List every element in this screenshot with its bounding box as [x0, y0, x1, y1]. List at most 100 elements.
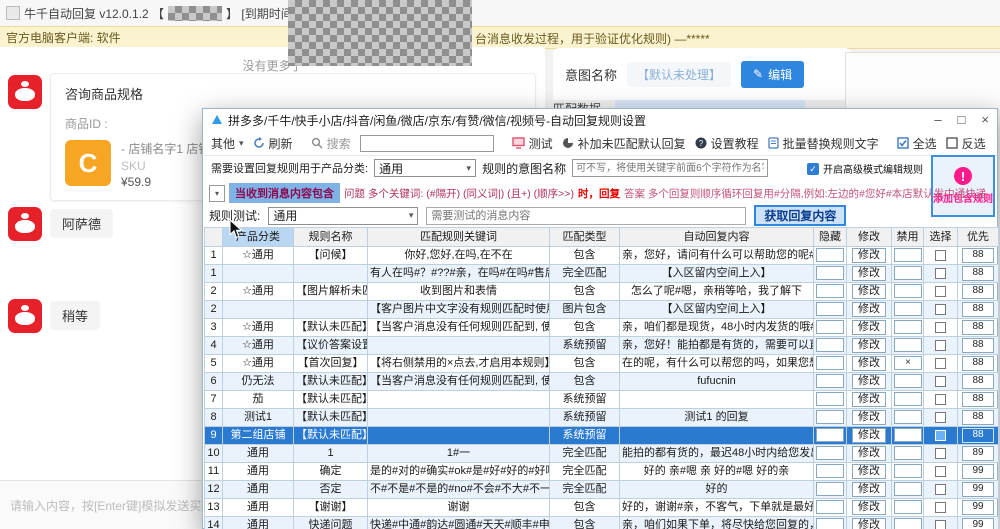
disabled-box[interactable]: [894, 266, 922, 280]
disabled-box[interactable]: [894, 392, 922, 406]
maximize-button[interactable]: □: [958, 109, 966, 131]
advanced-mode-toggle[interactable]: ✓ 开启高级模式编辑规则: [807, 161, 923, 176]
hidden-box[interactable]: [816, 320, 844, 334]
modify-button[interactable]: 修改: [852, 302, 886, 317]
header-modify[interactable]: 修改: [847, 228, 892, 247]
select-checkbox[interactable]: [935, 340, 946, 351]
rule-row[interactable]: 1有人在吗#？#??#亲，在吗#在吗#售后#亲在吗#完全匹配【入区留内空间上入】…: [205, 265, 999, 283]
select-checkbox[interactable]: [935, 250, 946, 261]
disabled-box[interactable]: [894, 500, 922, 514]
modify-button[interactable]: 修改: [852, 518, 886, 529]
hidden-box[interactable]: [816, 248, 844, 262]
disabled-box[interactable]: [894, 446, 922, 460]
invert-select-button[interactable]: 反选: [946, 135, 986, 152]
refresh-button[interactable]: 刷新: [253, 135, 293, 152]
select-checkbox[interactable]: [935, 358, 946, 369]
hidden-box[interactable]: [816, 464, 844, 478]
disabled-box[interactable]: [894, 248, 922, 262]
select-checkbox[interactable]: [935, 466, 946, 477]
select-checkbox[interactable]: [935, 268, 946, 279]
mini-dropdown[interactable]: ▾: [209, 185, 225, 202]
rule-row[interactable]: 7茄【默认未匹配】系统预留修改88: [205, 391, 999, 409]
priority-box[interactable]: 88: [962, 338, 994, 353]
select-checkbox[interactable]: [935, 286, 946, 297]
modify-button[interactable]: 修改: [852, 374, 886, 389]
rule-row[interactable]: 2【客户图片中文字没有规则匹配时使用】图片包含【入区留内空间上入】修改88: [205, 301, 999, 319]
modify-button[interactable]: 修改: [852, 338, 886, 353]
priority-box[interactable]: 99: [962, 518, 994, 529]
priority-box[interactable]: 88: [962, 248, 994, 263]
priority-box[interactable]: 88: [962, 266, 994, 281]
disabled-box[interactable]: [894, 428, 922, 442]
disabled-box[interactable]: [894, 320, 922, 334]
modify-button[interactable]: 修改: [852, 392, 886, 407]
priority-box[interactable]: 88: [962, 428, 994, 443]
priority-box[interactable]: 99: [962, 500, 994, 515]
hidden-box[interactable]: [816, 482, 844, 496]
rule-test-category-select[interactable]: 通用 ▾: [268, 207, 418, 225]
header-priority[interactable]: 优先: [958, 228, 999, 247]
select-checkbox[interactable]: [935, 520, 946, 529]
rule-row[interactable]: 13通用【谢谢】谢谢包含好的，谢谢#亲，不客气，下单就是最好的感谢和支修改99: [205, 499, 999, 517]
hidden-box[interactable]: [816, 266, 844, 280]
hidden-box[interactable]: [816, 446, 844, 460]
batch-replace-button[interactable]: 批量替换规则文字: [768, 135, 879, 152]
disabled-box[interactable]: [894, 410, 922, 424]
category-filter-select[interactable]: 通用 ▾: [374, 159, 476, 177]
priority-box[interactable]: 88: [962, 410, 994, 425]
other-dropdown[interactable]: 其他 ▾: [211, 135, 244, 152]
select-checkbox[interactable]: [935, 322, 946, 333]
get-reply-button[interactable]: 获取回复内容: [754, 205, 846, 226]
disabled-box[interactable]: [894, 284, 922, 298]
select-checkbox[interactable]: [935, 430, 946, 441]
hidden-box[interactable]: [816, 500, 844, 514]
header-match-type[interactable]: 匹配类型: [550, 228, 620, 247]
modify-button[interactable]: 修改: [852, 464, 886, 479]
hidden-box[interactable]: [816, 410, 844, 424]
rule-row[interactable]: 9第二组店铺【默认未匹配】系统预留修改88: [205, 427, 999, 445]
dialog-titlebar[interactable]: 拼多多/千牛/快手小店/抖音/闲鱼/微店/京东/有赞/微信/视频号-自动回复规则…: [203, 109, 997, 131]
select-checkbox[interactable]: [935, 394, 946, 405]
header-reply[interactable]: 自动回复内容: [620, 228, 814, 247]
rule-row[interactable]: 1☆通用【问候】你好,您好,在吗,在不在包含亲，您好，请问有什么可以帮助您的呢#…: [205, 247, 999, 265]
rule-name-input[interactable]: [572, 159, 768, 177]
minimize-button[interactable]: –: [934, 109, 941, 131]
modify-button[interactable]: 修改: [852, 482, 886, 497]
priority-box[interactable]: 99: [962, 464, 994, 479]
modify-button[interactable]: 修改: [852, 248, 886, 263]
select-checkbox[interactable]: [935, 502, 946, 513]
priority-box[interactable]: 89: [962, 446, 994, 461]
rule-row[interactable]: 3☆通用【默认未匹配】【当客户消息没有任何规则匹配到, 使用这里的包含亲，咱们都…: [205, 319, 999, 337]
hidden-box[interactable]: [816, 392, 844, 406]
select-checkbox[interactable]: [935, 448, 946, 459]
header-keywords[interactable]: 匹配规则关键词: [368, 228, 550, 247]
fill-default-button[interactable]: 补加未匹配默认回复: [562, 135, 686, 152]
select-all-button[interactable]: 全选: [897, 135, 937, 152]
hidden-box[interactable]: [816, 356, 844, 370]
disabled-box[interactable]: [894, 464, 922, 478]
modify-button[interactable]: 修改: [852, 410, 886, 425]
test-message-input[interactable]: [426, 207, 746, 225]
edit-button[interactable]: ✎ 编辑: [741, 61, 804, 88]
rule-row[interactable]: 5☆通用【首次回复】【将右侧禁用的×点去,才启用本规则】包含在的呢，有什么可以帮…: [205, 355, 999, 373]
hidden-box[interactable]: [816, 374, 844, 388]
modify-button[interactable]: 修改: [852, 320, 886, 335]
modify-button[interactable]: 修改: [852, 446, 886, 461]
disabled-box[interactable]: [894, 338, 922, 352]
hidden-box[interactable]: [816, 284, 844, 298]
select-checkbox[interactable]: [935, 412, 946, 423]
rule-row[interactable]: 11通用确定是的#对的#确实#ok#是#好#好的#好哦#好啊完全匹配好的 亲#嗯…: [205, 463, 999, 481]
hidden-box[interactable]: [816, 302, 844, 316]
modify-button[interactable]: 修改: [852, 428, 886, 443]
modify-button[interactable]: 修改: [852, 356, 886, 371]
tutorial-button[interactable]: ? 设置教程: [695, 135, 759, 152]
priority-box[interactable]: 88: [962, 302, 994, 317]
rule-row[interactable]: 14通用快递问题快递#中通#韵达#圆通#天天#顺丰#申通包含亲，咱们如果下单，将…: [205, 517, 999, 529]
modify-button[interactable]: 修改: [852, 500, 886, 515]
disabled-box[interactable]: [894, 482, 922, 496]
rule-row[interactable]: 2☆通用【图片解析未匹配】收到图片和表情包含怎么了呢#嗯，亲稍等哈，我了解下修改…: [205, 283, 999, 301]
disabled-box[interactable]: [894, 518, 922, 529]
priority-box[interactable]: 88: [962, 284, 994, 299]
rule-row[interactable]: 12通用否定不#不是#不是的#no#不会#不大#不一定#不占#不完全匹配好的修改…: [205, 481, 999, 499]
rule-row[interactable]: 4☆通用【议价答案设置】系统预留亲，您好！能拍都是有货的，需要可以直接拍下呢修改…: [205, 337, 999, 355]
